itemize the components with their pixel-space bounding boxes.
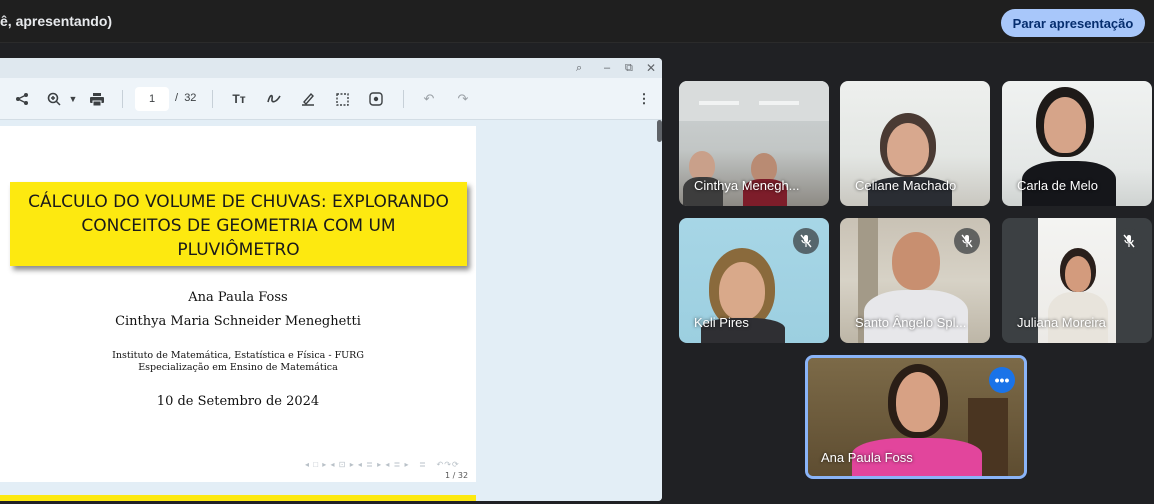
- highlight-pen-icon[interactable]: [297, 88, 319, 110]
- page-number-input[interactable]: 1: [135, 87, 169, 111]
- select-area-icon[interactable]: [331, 88, 353, 110]
- presenter-name: Ana Paula Foss: [821, 450, 913, 465]
- minimize-icon[interactable]: –: [604, 61, 610, 75]
- participant-video: [896, 372, 940, 432]
- toolbar-divider: [403, 90, 404, 108]
- toolbar-divider: [212, 90, 213, 108]
- slide-title-line: PLUVIÔMETRO: [177, 240, 300, 260]
- participant-name: Cinthya Menegh...: [694, 178, 800, 193]
- presentation-status-title: ê, apresentando): [0, 13, 113, 29]
- mic-muted-icon: [954, 228, 980, 254]
- zoom-dropdown-icon[interactable]: ▼: [62, 88, 84, 110]
- slide-author: Ana Paula Foss: [188, 290, 288, 305]
- slide-page-indicator: 1 / 32: [445, 471, 469, 480]
- share-icon[interactable]: [11, 88, 33, 110]
- page-separator: /: [175, 92, 179, 104]
- slide-institute: Instituto de Matemática, Estatística e F…: [112, 350, 364, 361]
- slide-title: CÁLCULO DO VOLUME DE CHUVAS: EXPLORANDO …: [10, 182, 467, 266]
- participant-video: [1065, 256, 1091, 292]
- text-size-icon[interactable]: Tт: [228, 88, 250, 110]
- participant-video: [719, 262, 765, 320]
- stop-presenting-button[interactable]: Parar apresentação: [1001, 9, 1145, 37]
- beamer-navigation-icons: ◂ □ ▸ ◂ ⊡ ▸ ◂ ≣ ▸ ◂ ≣ ▸ ≣ ↶↷⟳: [305, 460, 460, 469]
- presenter-tile[interactable]: ••• Ana Paula Foss: [805, 355, 1027, 479]
- pdf-viewer-window: ⌕ – ⧉ ✕ ▼ 1 / 32 Tт ↶ ↷ ⋮ CÁLCULO DO VOL…: [0, 58, 662, 501]
- slide-author: Cinthya Maria Schneider Meneghetti: [115, 314, 361, 329]
- participant-tile[interactable]: Carla de Melo: [1002, 81, 1152, 206]
- toolbar-divider: [122, 90, 123, 108]
- participant-video: [892, 232, 940, 290]
- slide-course: Especialização em Ensino de Matemática: [138, 362, 338, 373]
- window-titlebar: ⌕ – ⧉ ✕: [0, 58, 662, 78]
- participant-name: Juliana Moreira: [1017, 315, 1106, 330]
- participant-name: Santo Ângelo Spl...: [855, 315, 967, 330]
- search-icon[interactable]: ⌕: [576, 61, 582, 75]
- document-scrollbar[interactable]: [657, 120, 662, 142]
- page-count-label: / 32: [175, 92, 196, 104]
- mic-muted-icon: [1116, 228, 1142, 254]
- page-total: 32: [184, 92, 197, 104]
- slide-title-line: CÁLCULO DO VOLUME DE CHUVAS: EXPLORANDO: [28, 192, 449, 212]
- participant-name: Keli Pires: [694, 315, 749, 330]
- close-icon[interactable]: ✕: [646, 61, 656, 75]
- pdf-toolbar: ▼ 1 / 32 Tт ↶ ↷ ⋮: [0, 78, 662, 120]
- participant-name: Celiane Machado: [855, 178, 957, 193]
- participant-tile[interactable]: Juliana Moreira: [1002, 218, 1152, 343]
- draw-icon[interactable]: [263, 88, 285, 110]
- video-background: [759, 101, 799, 105]
- print-icon[interactable]: [86, 88, 108, 110]
- redo-icon[interactable]: ↷: [452, 88, 474, 110]
- more-options-button[interactable]: •••: [989, 367, 1015, 393]
- participant-name: Carla de Melo: [1017, 178, 1098, 193]
- restore-icon[interactable]: ⧉: [625, 61, 633, 75]
- screenshot-icon[interactable]: [365, 88, 387, 110]
- more-options-icon[interactable]: ⋮: [633, 88, 655, 110]
- participant-video: [1044, 97, 1086, 153]
- mic-muted-icon: [793, 228, 819, 254]
- participant-video: [887, 123, 929, 175]
- participant-tile[interactable]: Celiane Machado: [840, 81, 990, 206]
- next-slide-preview: [0, 495, 476, 501]
- participant-tile[interactable]: Cinthya Menegh...: [679, 81, 829, 206]
- video-background: [699, 101, 739, 105]
- participant-tile[interactable]: Keli Pires: [679, 218, 829, 343]
- meeting-top-bar: ê, apresentando) Parar apresentação: [0, 0, 1154, 43]
- undo-icon[interactable]: ↶: [418, 88, 440, 110]
- participant-tile[interactable]: Santo Ângelo Spl...: [840, 218, 990, 343]
- slide-date: 10 de Setembro de 2024: [156, 394, 320, 409]
- pdf-slide-page: CÁLCULO DO VOLUME DE CHUVAS: EXPLORANDO …: [0, 126, 476, 482]
- slide-title-line: CONCEITOS DE GEOMETRIA COM UM: [81, 216, 396, 236]
